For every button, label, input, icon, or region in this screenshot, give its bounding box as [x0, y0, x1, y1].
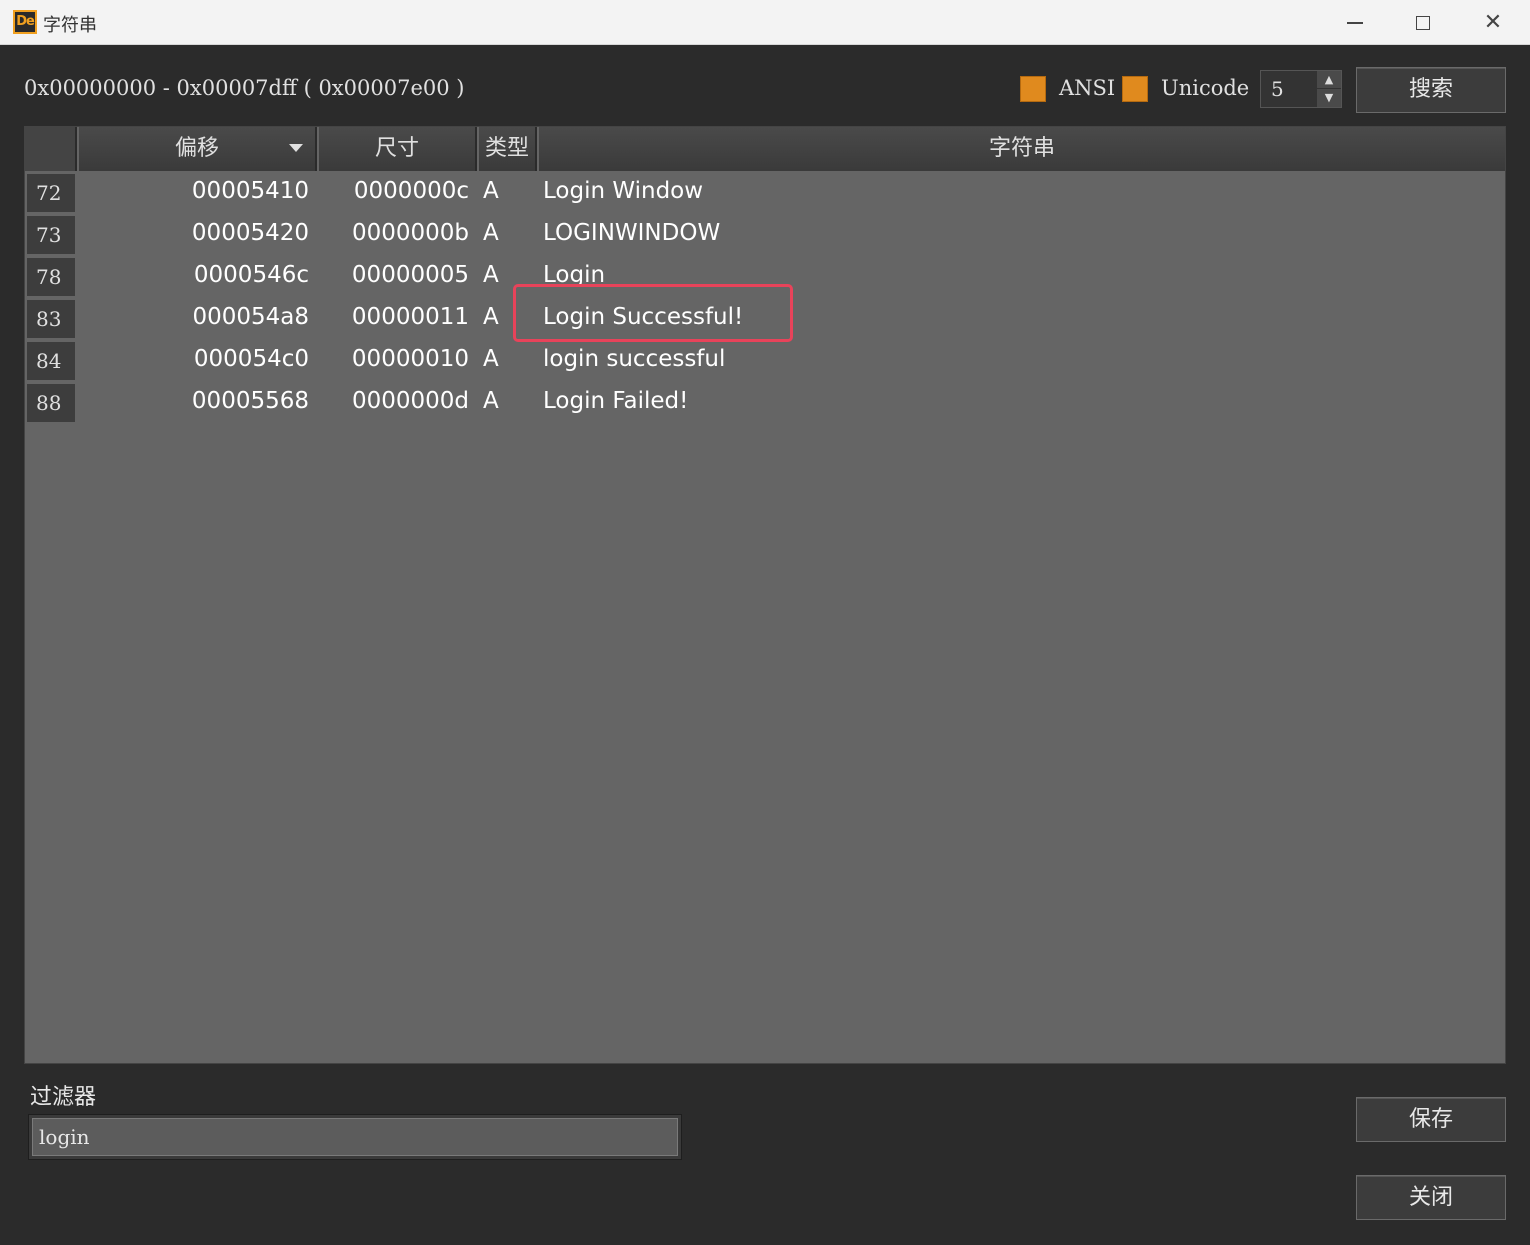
- column-header-offset-label: 偏移: [174, 136, 219, 161]
- size-cell: 0000000d: [351, 388, 469, 414]
- size-cell: 0000000b: [351, 220, 469, 246]
- strings-table: 偏移 尺寸 类型 字符串 72 00005410 0000000c A Logi…: [24, 126, 1506, 1064]
- offset-cell: 000054a8: [192, 304, 309, 330]
- min-length-spinbox[interactable]: 5 ▲ ▼: [1260, 70, 1342, 108]
- table-corner[interactable]: [25, 127, 77, 171]
- unicode-checkbox[interactable]: [1122, 76, 1148, 102]
- address-range-label: 0x00000000 - 0x00007dff ( 0x00007e00 ): [24, 76, 465, 100]
- row-number[interactable]: 72: [27, 174, 75, 212]
- filter-frame: [28, 1114, 682, 1160]
- table-row[interactable]: 83 000054a8 00000011 A Login Successful!: [25, 297, 1505, 339]
- sort-descending-icon: [289, 144, 303, 152]
- search-button[interactable]: 搜索: [1356, 67, 1506, 113]
- row-number[interactable]: 73: [27, 216, 75, 254]
- type-cell: A: [483, 388, 499, 414]
- column-header-size[interactable]: 尺寸: [319, 127, 477, 171]
- minimize-button[interactable]: [1320, 0, 1390, 45]
- maximize-button[interactable]: [1388, 0, 1458, 45]
- maximize-icon: [1416, 16, 1430, 30]
- type-cell: A: [483, 304, 499, 330]
- ansi-checkbox[interactable]: [1020, 76, 1046, 102]
- close-window-button[interactable]: ✕: [1458, 0, 1528, 45]
- size-cell: 0000000c: [353, 178, 469, 204]
- size-cell: 00000011: [351, 304, 469, 330]
- unicode-label: Unicode: [1161, 76, 1250, 100]
- table-row[interactable]: 88 00005568 0000000d A Login Failed!: [25, 381, 1505, 423]
- strings-dialog: 0x00000000 - 0x00007dff ( 0x00007e00 ) A…: [2, 46, 1528, 1243]
- row-number[interactable]: 78: [27, 258, 75, 296]
- string-cell: Login: [543, 262, 606, 288]
- column-header-type[interactable]: 类型: [479, 127, 537, 171]
- string-cell: Login Window: [543, 178, 704, 204]
- string-cell: login successful: [543, 346, 726, 372]
- close-icon: ✕: [1483, 10, 1503, 35]
- offset-cell: 000054c0: [193, 346, 309, 372]
- title-bar: De 字符串 ✕: [0, 0, 1530, 45]
- offset-cell: 00005568: [191, 388, 309, 414]
- close-button[interactable]: 关闭: [1356, 1175, 1506, 1220]
- save-button[interactable]: 保存: [1356, 1097, 1506, 1142]
- window-title: 字符串: [43, 15, 97, 36]
- offset-cell: 0000546c: [193, 262, 309, 288]
- string-cell: Login Successful!: [543, 304, 744, 330]
- spin-up-arrow-icon[interactable]: ▲: [1317, 71, 1341, 89]
- offset-cell: 00005420: [191, 220, 309, 246]
- min-length-value[interactable]: 5: [1271, 77, 1284, 101]
- row-number[interactable]: 83: [27, 300, 75, 338]
- type-cell: A: [483, 220, 499, 246]
- type-cell: A: [483, 178, 499, 204]
- row-number[interactable]: 88: [27, 384, 75, 422]
- type-cell: A: [483, 346, 499, 372]
- filter-input[interactable]: [32, 1118, 678, 1156]
- size-cell: 00000005: [351, 262, 469, 288]
- spin-down-arrow-icon[interactable]: ▼: [1317, 89, 1341, 107]
- type-cell: A: [483, 262, 499, 288]
- minimize-icon: [1347, 22, 1363, 24]
- column-header-string[interactable]: 字符串: [539, 127, 1505, 171]
- string-cell: LOGINWINDOW: [543, 220, 721, 246]
- offset-cell: 00005410: [191, 178, 309, 204]
- table-row[interactable]: 73 00005420 0000000b A LOGINWINDOW: [25, 213, 1505, 255]
- ansi-label: ANSI: [1059, 76, 1116, 100]
- table-row[interactable]: 78 0000546c 00000005 A Login: [25, 255, 1505, 297]
- table-row[interactable]: 72 00005410 0000000c A Login Window: [25, 171, 1505, 213]
- app-logo-icon: De: [13, 10, 37, 34]
- table-row[interactable]: 84 000054c0 00000010 A login successful: [25, 339, 1505, 381]
- column-header-offset[interactable]: 偏移: [79, 127, 317, 171]
- row-number[interactable]: 84: [27, 342, 75, 380]
- filter-label: 过滤器: [30, 1085, 97, 1110]
- size-cell: 00000010: [351, 346, 469, 372]
- string-cell: Login Failed!: [543, 388, 689, 414]
